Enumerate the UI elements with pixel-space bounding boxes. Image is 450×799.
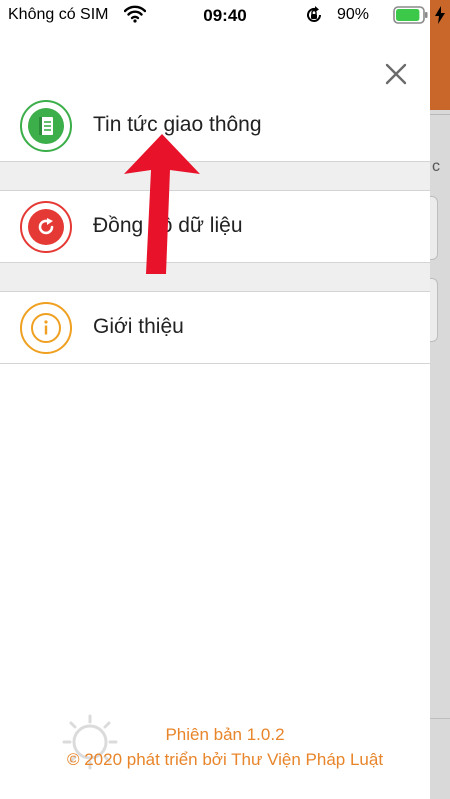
background-card bbox=[430, 196, 438, 260]
info-icon-ring bbox=[20, 302, 72, 354]
red-arrow-annotation-icon bbox=[124, 134, 200, 274]
clock: 09:40 bbox=[203, 6, 247, 25]
charging-bolt-icon bbox=[435, 6, 445, 24]
background-partial-text: c bbox=[432, 158, 440, 175]
menu-item-about[interactable]: Giới thiệu bbox=[0, 292, 430, 364]
sync-icon bbox=[28, 209, 64, 245]
menu-item-sync-data[interactable]: Đồng bộ dữ liệu bbox=[0, 191, 430, 263]
info-icon bbox=[31, 313, 61, 343]
background-app[interactable]: c bbox=[430, 0, 450, 799]
rotation-lock-icon bbox=[307, 6, 321, 22]
side-drawer: Tin tức giao thông Đồng bộ dữ liệu bbox=[0, 0, 430, 799]
menu-separator bbox=[0, 161, 430, 191]
status-bar: Không có SIM 09:40 90% bbox=[0, 0, 450, 32]
background-divider bbox=[430, 114, 450, 115]
background-card bbox=[430, 278, 438, 342]
copyright-text: © 2020 phát triển bởi Thư Viện Pháp Luật bbox=[66, 750, 384, 769]
menu-item-label: Giới thiệu bbox=[93, 315, 184, 338]
sync-icon-ring bbox=[20, 201, 72, 253]
battery-icon bbox=[393, 6, 428, 24]
menu-bottom-divider bbox=[0, 363, 430, 364]
close-icon[interactable] bbox=[380, 58, 412, 90]
menu-item-traffic-news[interactable]: Tin tức giao thông bbox=[0, 90, 430, 162]
menu-separator bbox=[0, 262, 430, 292]
news-icon-ring bbox=[20, 100, 72, 152]
battery-percentage: 90% bbox=[337, 6, 370, 23]
background-divider bbox=[430, 718, 450, 719]
news-book-icon bbox=[28, 108, 64, 144]
app-version: Phiên bản 1.0.2 bbox=[165, 725, 285, 744]
app-screen: c Tin tức giao thông Đồng dữ liệu Giới t… bbox=[0, 0, 450, 799]
